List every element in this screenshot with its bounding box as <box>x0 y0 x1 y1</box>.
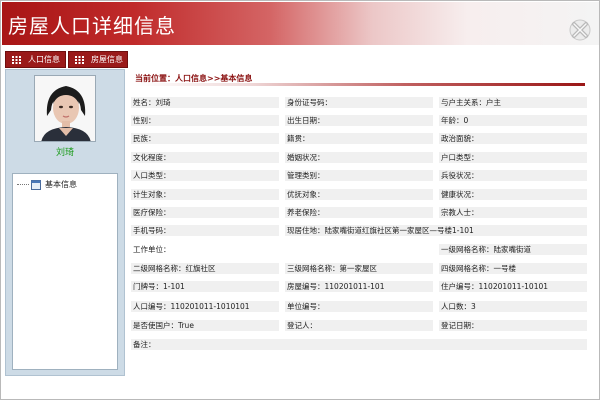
tab-label: 房屋信息 <box>91 55 123 64</box>
dialog-window: 房屋人口详细信息 人口信息 房屋信息 刘琦 基本信息 当前位置：人口信息>>基本… <box>0 0 600 400</box>
field-registration-date: 登记日期： <box>439 320 587 331</box>
grid-icon <box>12 55 21 64</box>
field-grid-level-3: 三级网格名称：第一家屋区 <box>285 263 433 274</box>
field-grid-level-1: 一级网格名称：陆家嘴街道 <box>439 244 587 255</box>
field-resident-number: 住户编号：110201011-10101 <box>439 281 587 292</box>
tree-item-basic-info[interactable]: 基本信息 <box>17 178 77 191</box>
field-age: 年龄：0 <box>439 115 587 126</box>
field-current-address: 现居住地：陆家嘴街道红旗社区第一家屋区—号楼1-101 <box>285 225 587 236</box>
field-birth-date: 出生日期： <box>285 115 433 126</box>
field-registrar: 登记人： <box>285 320 433 331</box>
tab-population-info[interactable]: 人口信息 <box>5 51 66 68</box>
info-row: 备注： <box>131 339 587 350</box>
close-button[interactable] <box>569 19 591 41</box>
field-person-number: 人口编号：110201011-1010101 <box>131 301 279 312</box>
window-title: 房屋人口详细信息 <box>8 14 176 38</box>
breadcrumb-divider <box>135 83 585 86</box>
person-photo <box>34 75 96 142</box>
tree-item-label: 基本信息 <box>45 180 77 189</box>
field-mobile: 手机号码： <box>131 225 279 236</box>
field-health-status: 健康状况： <box>439 189 587 200</box>
field-political-status: 政治面貌： <box>439 133 587 144</box>
info-row: 民族： 籍贯： 政治面貌： <box>131 133 587 144</box>
info-row: 人口类型： 管理类别： 兵役状况： <box>131 170 587 181</box>
tab-house-info[interactable]: 房屋信息 <box>68 51 128 68</box>
field-id-number: 身份证号码： <box>285 97 433 108</box>
field-military-status: 兵役状况： <box>439 170 587 181</box>
tree-connector <box>17 184 29 185</box>
portrait-image <box>35 76 95 141</box>
info-row: 手机号码： 现居住地：陆家嘴街道红旗社区第一家屋区—号楼1-101 <box>131 225 587 236</box>
grid-icon <box>75 55 84 64</box>
field-name: 姓名：刘琦 <box>131 97 279 108</box>
field-grid-level-2: 二级网格名称：红旗社区 <box>131 263 279 274</box>
info-row: 二级网格名称：红旗社区 三级网格名称：第一家屋区 四级网格名称：一号楼 <box>131 263 587 274</box>
field-marital-status: 婚姻状况： <box>285 152 433 163</box>
close-icon <box>569 19 591 41</box>
left-panel: 刘琦 基本信息 <box>5 69 125 376</box>
field-native-place: 籍贯： <box>285 133 433 144</box>
field-religious: 宗教人士： <box>439 207 587 218</box>
field-management-category: 管理类别： <box>285 170 433 181</box>
field-ethnicity: 民族： <box>131 133 279 144</box>
field-relation-to-head: 与户主关系：户主 <box>439 97 587 108</box>
field-education: 文化程度： <box>131 152 279 163</box>
tab-label: 人口信息 <box>28 55 60 64</box>
field-family-planning: 计生对象： <box>131 189 279 200</box>
window-icon <box>31 179 41 190</box>
field-household-type: 户口类型： <box>439 152 587 163</box>
info-row: 医疗保险： 养老保险： 宗教人士： <box>131 207 587 218</box>
field-population-count: 人口数：3 <box>439 301 587 312</box>
field-medical-insurance: 医疗保险： <box>131 207 279 218</box>
field-pension-insurance: 养老保险： <box>285 207 433 218</box>
field-workplace: 工作单位： <box>133 245 171 254</box>
info-row: 姓名：刘琦 身份证号码： 与户主关系：户主 <box>131 97 587 108</box>
info-row: 文化程度： 婚姻状况： 户口类型： <box>131 152 587 163</box>
field-unit-number: 单位编号： <box>285 301 433 312</box>
field-is-household: 是否使国户：True <box>131 320 279 331</box>
field-grid-level-4: 四级网格名称：一号楼 <box>439 263 587 274</box>
info-row: 是否使国户：True 登记人： 登记日期： <box>131 320 587 331</box>
field-house-number: 房屋编号：110201011-101 <box>285 281 433 292</box>
field-gender: 性别： <box>131 115 279 126</box>
field-door-number: 门牌号：1-101 <box>131 281 279 292</box>
field-remarks: 备注： <box>131 339 587 350</box>
person-name: 刘琦 <box>55 148 74 158</box>
field-population-type: 人口类型： <box>131 170 279 181</box>
title-bar: 房屋人口详细信息 <box>2 2 599 45</box>
nav-tree: 基本信息 <box>12 173 118 370</box>
info-row: 工作单位： 一级网格名称：陆家嘴街道 <box>131 244 587 255</box>
field-preferential-care: 优抚对象： <box>285 189 433 200</box>
info-row: 门牌号：1-101 房屋编号：110201011-101 住户编号：110201… <box>131 281 587 292</box>
info-row: 人口编号：110201011-1010101 单位编号： 人口数：3 <box>131 301 587 312</box>
info-row: 计生对象： 优抚对象： 健康状况： <box>131 189 587 200</box>
info-row: 性别： 出生日期： 年龄：0 <box>131 115 587 126</box>
